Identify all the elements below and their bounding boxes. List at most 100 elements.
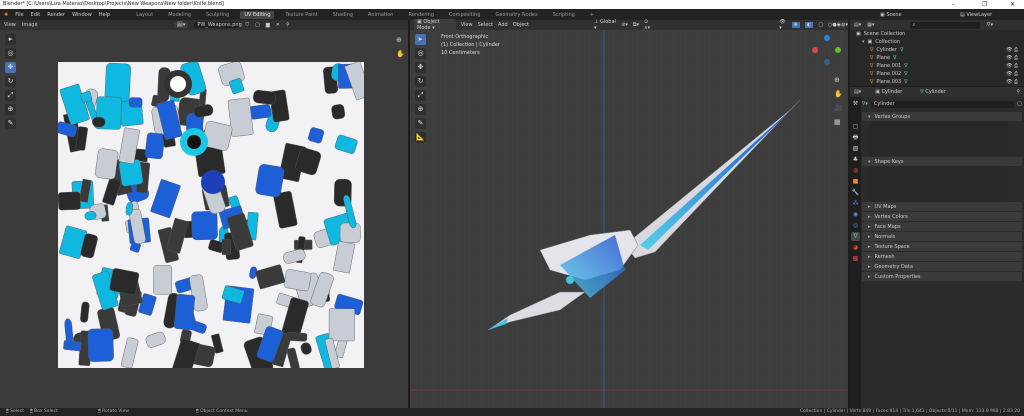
tab-scripting[interactable]: Scripting bbox=[549, 11, 579, 19]
visibility-icon[interactable]: 👁▾ bbox=[779, 19, 787, 31]
editor-type-icon[interactable]: ▤▾ bbox=[854, 89, 861, 95]
image-fake-user-icon[interactable]: ⛉ bbox=[245, 22, 249, 28]
scale-tool-icon[interactable]: ⤢ bbox=[5, 90, 16, 101]
expand-icon[interactable]: ▾ bbox=[862, 39, 865, 45]
image-browse-button[interactable]: 🖼▾ bbox=[173, 22, 189, 28]
viewport-menu-add[interactable]: Add bbox=[498, 22, 508, 28]
viewport-menu-view[interactable]: View bbox=[461, 22, 473, 28]
ortho-toggle-icon[interactable]: ▦ bbox=[834, 118, 841, 126]
snap-icon[interactable]: ⧉▾ bbox=[633, 22, 639, 28]
image-new-icon[interactable]: ▢ bbox=[255, 22, 260, 28]
outliner-item[interactable]: ∇ Cylinder ∇ 👁 ⎙ bbox=[856, 46, 1024, 54]
visibility-eye-icon[interactable]: 👁 ⎙ bbox=[1006, 79, 1018, 85]
image-name-field[interactable]: PW_Weapons.png bbox=[194, 22, 242, 28]
move-tool-icon[interactable]: ✥ bbox=[415, 62, 426, 73]
uv-menu-view[interactable]: View bbox=[4, 22, 16, 28]
physics-tab-icon[interactable]: ◉ bbox=[851, 210, 860, 219]
display-mode-icon[interactable]: ▦▾ bbox=[867, 22, 874, 28]
xray-icon[interactable]: ▢ bbox=[818, 22, 823, 28]
constraints-tab-icon[interactable]: ◎ bbox=[851, 221, 860, 230]
zoom-view-icon[interactable]: ⊕ bbox=[834, 76, 840, 84]
gizmo-toggle-icon[interactable]: ✥ bbox=[791, 22, 800, 28]
transform-tool-icon[interactable]: ⊕ bbox=[5, 104, 16, 115]
transform-tool-icon[interactable]: ⊕ bbox=[415, 104, 426, 115]
menu-window[interactable]: Window bbox=[72, 12, 92, 18]
panel-header[interactable]: ▸ Face Maps bbox=[862, 222, 1022, 231]
tab-rendering[interactable]: Rendering bbox=[404, 11, 438, 19]
outliner-item[interactable]: ∇ Plane ∇ 👁 ⎙ bbox=[856, 54, 1024, 62]
image-unlink-icon[interactable]: ✕ bbox=[276, 22, 280, 28]
tool-tab-icon[interactable]: ⚒ bbox=[851, 99, 860, 108]
add-workspace-button[interactable]: + bbox=[586, 11, 598, 19]
pin-icon[interactable]: ⚲ bbox=[286, 22, 290, 28]
tab-compositing[interactable]: Compositing bbox=[445, 11, 484, 19]
pivot-icon[interactable]: ⊘▾ bbox=[621, 22, 628, 28]
shading-modes-icon[interactable]: ○●◉◍▾ bbox=[828, 22, 848, 28]
maximize-button[interactable]: ❐ bbox=[982, 0, 987, 9]
scene-collection-row[interactable]: ▣ Scene Collection bbox=[856, 30, 1024, 38]
tab-geometry-nodes[interactable]: Geometry Nodes bbox=[491, 11, 541, 19]
panel-header[interactable]: ▸ Geometry Data bbox=[862, 262, 1022, 271]
editor-type-icon[interactable]: ▤▾ bbox=[854, 22, 861, 28]
list-box[interactable] bbox=[870, 122, 1008, 156]
hand-pan-icon[interactable]: ✋ bbox=[396, 50, 405, 58]
proportional-edit-icon[interactable]: ⊙ ∧▾ bbox=[644, 19, 654, 31]
panel-header[interactable]: ▸ Custom Properties bbox=[862, 272, 1022, 281]
cursor-3d-icon[interactable]: ◎ bbox=[5, 48, 16, 59]
tab-animation[interactable]: Animation bbox=[364, 11, 398, 19]
scale-tool-icon[interactable]: ⤢ bbox=[415, 90, 426, 101]
view-layer-selector[interactable]: ▤ ViewLayer bbox=[960, 12, 992, 18]
scene-tab-icon[interactable]: ♣ bbox=[851, 155, 860, 164]
visibility-eye-icon[interactable]: 👁 ⎙ bbox=[1006, 47, 1018, 53]
overlay-toggle-icon[interactable]: ◐ bbox=[804, 22, 814, 28]
particles-tab-icon[interactable]: ⁂ bbox=[851, 199, 860, 208]
viewport-menu-select[interactable]: Select bbox=[478, 22, 493, 28]
zoom-icon[interactable]: ⊕ bbox=[396, 36, 402, 44]
collection-row[interactable]: ▾ ▣ Collection bbox=[856, 38, 1024, 46]
mesh-data-tab-icon[interactable]: ∇ bbox=[851, 232, 860, 241]
tab-sculpting[interactable]: Sculpting bbox=[202, 11, 233, 19]
panel-header[interactable]: ▸ UV Maps bbox=[862, 202, 1022, 211]
panel-header[interactable]: ▾ Vertex Groups bbox=[862, 112, 1022, 121]
measure-tool-icon[interactable]: 📐 bbox=[415, 132, 426, 143]
3d-viewport[interactable]: ▣ Object Mode ▾ View Select Add Object ⊥… bbox=[410, 19, 848, 408]
list-box[interactable] bbox=[870, 167, 1008, 201]
uv-editor[interactable]: View Image 🖼▾ PW_Weapons.png ⛉ ▢ ▆ ✕ ⚲ ▸… bbox=[0, 20, 408, 408]
tab-uv-editing[interactable]: UV Editing bbox=[240, 10, 275, 19]
blender-logo-icon[interactable]: ✺ bbox=[4, 12, 8, 18]
close-button[interactable]: ✕ bbox=[1010, 0, 1015, 9]
select-tool-icon[interactable]: ▸ bbox=[415, 34, 426, 45]
viewport-menu-object[interactable]: Object bbox=[513, 22, 529, 28]
texture-tab-icon[interactable]: ▩ bbox=[851, 254, 860, 263]
minimize-button[interactable]: – bbox=[952, 0, 955, 9]
mode-selector[interactable]: ▣ Object Mode ▾ bbox=[414, 19, 456, 31]
material-tab-icon[interactable]: ◕ bbox=[851, 243, 860, 252]
pin-icon[interactable]: ⚲ bbox=[1016, 89, 1020, 95]
outliner-item[interactable]: ∇ Plane.002 ∇ 👁 ⎙ bbox=[856, 70, 1024, 78]
mesh-name-field[interactable]: Cylinder bbox=[870, 100, 1015, 108]
scene-selector[interactable]: ▣ Scene bbox=[880, 12, 902, 18]
object-tab-icon[interactable]: ■ bbox=[851, 177, 860, 186]
rotate-tool-icon[interactable]: ↻ bbox=[415, 76, 426, 87]
mesh-icon[interactable]: ∇▾ bbox=[862, 101, 868, 107]
view-layer-tab-icon[interactable]: ▧ bbox=[851, 144, 860, 153]
annotate-tool-icon[interactable]: ✎ bbox=[415, 118, 426, 129]
render-tab-icon[interactable]: ▢ bbox=[851, 122, 860, 131]
annotate-tool-icon[interactable]: ✎ bbox=[5, 118, 16, 129]
image-open-icon[interactable]: ▆ bbox=[266, 22, 270, 28]
menu-render[interactable]: Render bbox=[47, 12, 65, 18]
menu-edit[interactable]: Edit bbox=[31, 12, 41, 18]
output-tab-icon[interactable]: 🖶 bbox=[851, 133, 860, 142]
filter-icon[interactable]: ⛛▾ bbox=[986, 22, 993, 28]
uv-menu-image[interactable]: Image bbox=[22, 22, 38, 28]
panel-header[interactable]: ▸ Remesh bbox=[862, 252, 1022, 261]
visibility-eye-icon[interactable]: 👁 ⎙ bbox=[1006, 63, 1018, 69]
cursor-3d-tool-icon[interactable]: ◎ bbox=[415, 48, 426, 59]
outliner-item[interactable]: ∇ Plane.001 ∇ 👁 ⎙ bbox=[856, 62, 1024, 70]
tab-layout[interactable]: Layout bbox=[132, 11, 157, 19]
panel-header[interactable]: ▸ Vertex Colors bbox=[862, 212, 1022, 221]
tab-modeling[interactable]: Modeling bbox=[164, 11, 195, 19]
visibility-eye-icon[interactable]: 👁 ⎙ bbox=[1006, 55, 1018, 61]
visibility-eye-icon[interactable]: 👁 ⎙ bbox=[1006, 71, 1018, 77]
pan-view-icon[interactable]: ✋ bbox=[834, 90, 843, 98]
